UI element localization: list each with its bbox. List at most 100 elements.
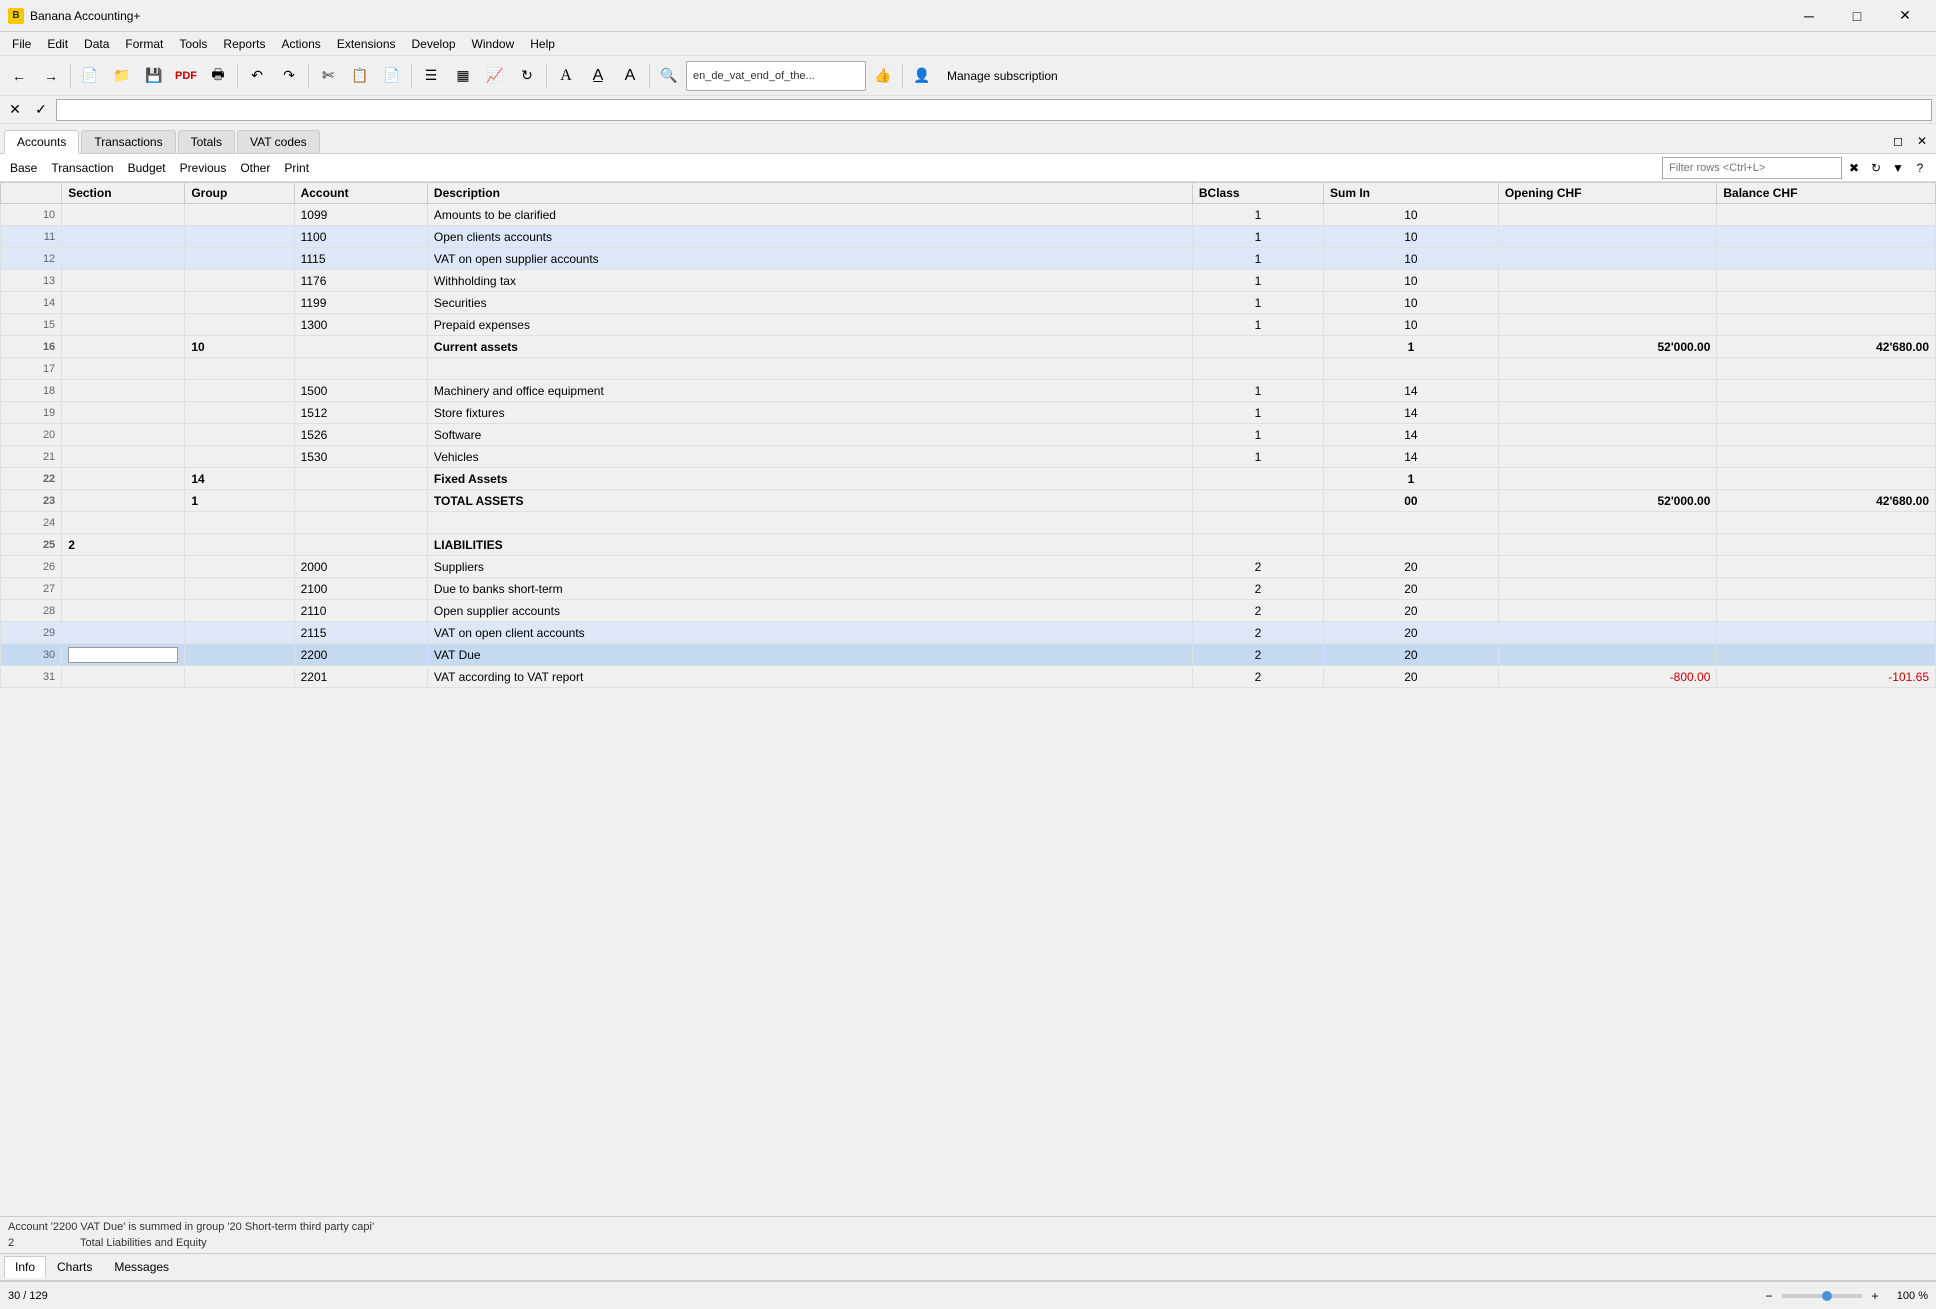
cut-button[interactable]: ✄ [313,61,343,91]
bottom-tab-charts[interactable]: Charts [46,1256,103,1278]
bottom-tab-info[interactable]: Info [4,1256,46,1278]
color-button[interactable]: A [615,61,645,91]
window-controls: ─ □ ✕ [1786,0,1928,32]
view-base[interactable]: Base [6,159,41,177]
tab-vat-codes[interactable]: VAT codes [237,130,320,153]
cell-sumin: 14 [1323,424,1498,446]
forward-button[interactable]: → [36,61,66,91]
pdf-button[interactable]: PDF [171,61,201,91]
new-button[interactable]: 📄 [75,61,105,91]
tab-accounts[interactable]: Accounts [4,130,79,154]
view-print[interactable]: Print [280,159,313,177]
table-row[interactable]: 111100Open clients accounts110 [1,226,1936,248]
menu-file[interactable]: File [4,35,39,53]
table-row[interactable]: 2214Fixed Assets1 [1,468,1936,490]
back-button[interactable]: ← [4,61,34,91]
filter-input[interactable] [1662,157,1842,179]
cell-group [185,578,294,600]
manage-subscription-link[interactable]: Manage subscription [939,69,1066,83]
table-row[interactable]: 101099Amounts to be clarified110 [1,204,1936,226]
cell-opening [1498,292,1717,314]
cell-desc: Due to banks short-term [427,578,1192,600]
cell-group: 10 [185,336,294,358]
table-row[interactable]: 312201VAT according to VAT report220-800… [1,666,1936,688]
cell-section [62,578,185,600]
refresh-button[interactable]: ↻ [512,61,542,91]
menu-tools[interactable]: Tools [171,35,215,53]
minimize-button[interactable]: ─ [1786,0,1832,32]
table-row[interactable]: 201526Software114 [1,424,1936,446]
cell-bclass: 1 [1192,270,1323,292]
close-tab-button[interactable]: ✕ [1912,131,1932,151]
table-button[interactable]: ☰ [416,61,446,91]
view-budget[interactable]: Budget [124,159,170,177]
menu-window[interactable]: Window [464,35,523,53]
confirm-formula-button[interactable]: ✓ [30,99,52,121]
restore-tab-button[interactable]: ◻ [1888,131,1908,151]
table-row[interactable]: 252LIABILITIES [1,534,1936,556]
menu-format[interactable]: Format [117,35,171,53]
cell-sumin: 10 [1323,292,1498,314]
table-row[interactable]: 131176Withholding tax110 [1,270,1936,292]
paste-button[interactable]: 📄 [377,61,407,91]
table-row[interactable]: 231TOTAL ASSETS0052'000.0042'680.00 [1,490,1936,512]
table-container[interactable]: Section Group Account Description BClass… [0,182,1936,1216]
col-button[interactable]: ▦ [448,61,478,91]
tab-transactions[interactable]: Transactions [81,130,175,153]
menu-actions[interactable]: Actions [273,35,328,53]
copy-button[interactable]: 📋 [345,61,375,91]
table-row[interactable]: 272100Due to banks short-term220 [1,578,1936,600]
menu-develop[interactable]: Develop [404,35,464,53]
table-row[interactable]: 141199Securities110 [1,292,1936,314]
thumbs-up-button[interactable]: 👍 [868,61,898,91]
view-other[interactable]: Other [236,159,274,177]
table-row[interactable]: 17 [1,358,1936,380]
table-row[interactable]: 262000Suppliers220 [1,556,1936,578]
font-button[interactable]: A [551,61,581,91]
menu-extensions[interactable]: Extensions [329,35,404,53]
table-row[interactable]: 292115VAT on open client accounts220 [1,622,1936,644]
menu-help[interactable]: Help [522,35,563,53]
chart-button[interactable]: 📈 [480,61,510,91]
close-button[interactable]: ✕ [1882,0,1928,32]
cell-section [62,380,185,402]
help-button[interactable]: ? [1910,158,1930,178]
redo-button[interactable]: ↷ [274,61,304,91]
clear-filter-button[interactable]: ✖ [1844,158,1864,178]
print-preview-button[interactable]: 🖶 [203,61,233,91]
save-button[interactable]: 💾 [139,61,169,91]
tab-totals[interactable]: Totals [178,130,235,153]
search-button[interactable]: 🔍 [654,61,684,91]
table-row[interactable]: 151300Prepaid expenses110 [1,314,1936,336]
zoom-in-button[interactable]: + [1866,1287,1884,1305]
table-row[interactable]: 24 [1,512,1936,534]
table-row[interactable]: 282110Open supplier accounts220 [1,600,1936,622]
open-button[interactable]: 📁 [107,61,137,91]
highlight-button[interactable]: A̲ [583,61,613,91]
formula-input[interactable] [56,99,1932,121]
maximize-button[interactable]: □ [1834,0,1880,32]
zoom-out-button[interactable]: − [1760,1287,1778,1305]
table-row[interactable]: 211530Vehicles114 [1,446,1936,468]
view-transaction[interactable]: Transaction [47,159,117,177]
cell-opening [1498,534,1717,556]
view-previous[interactable]: Previous [176,159,231,177]
cell-balance [1717,380,1936,402]
menu-reports[interactable]: Reports [215,35,273,53]
bottom-tab-messages[interactable]: Messages [103,1256,180,1278]
menu-edit[interactable]: Edit [39,35,76,53]
view-bar: Base Transaction Budget Previous Other P… [0,154,1936,182]
table-row[interactable]: 302200VAT Due220 [1,644,1936,666]
undo-button[interactable]: ↶ [242,61,272,91]
cell-section [62,446,185,468]
refresh-filter-button[interactable]: ↻ [1866,158,1886,178]
table-row[interactable]: 121115VAT on open supplier accounts110 [1,248,1936,270]
table-row[interactable]: 181500Machinery and office equipment114 [1,380,1936,402]
filter-options-button[interactable]: ▼ [1888,158,1908,178]
cell-balance [1717,534,1936,556]
zoom-slider[interactable] [1782,1294,1862,1298]
table-row[interactable]: 1610Current assets152'000.0042'680.00 [1,336,1936,358]
menu-data[interactable]: Data [76,35,117,53]
table-row[interactable]: 191512Store fixtures114 [1,402,1936,424]
cancel-formula-button[interactable]: ✕ [4,99,26,121]
